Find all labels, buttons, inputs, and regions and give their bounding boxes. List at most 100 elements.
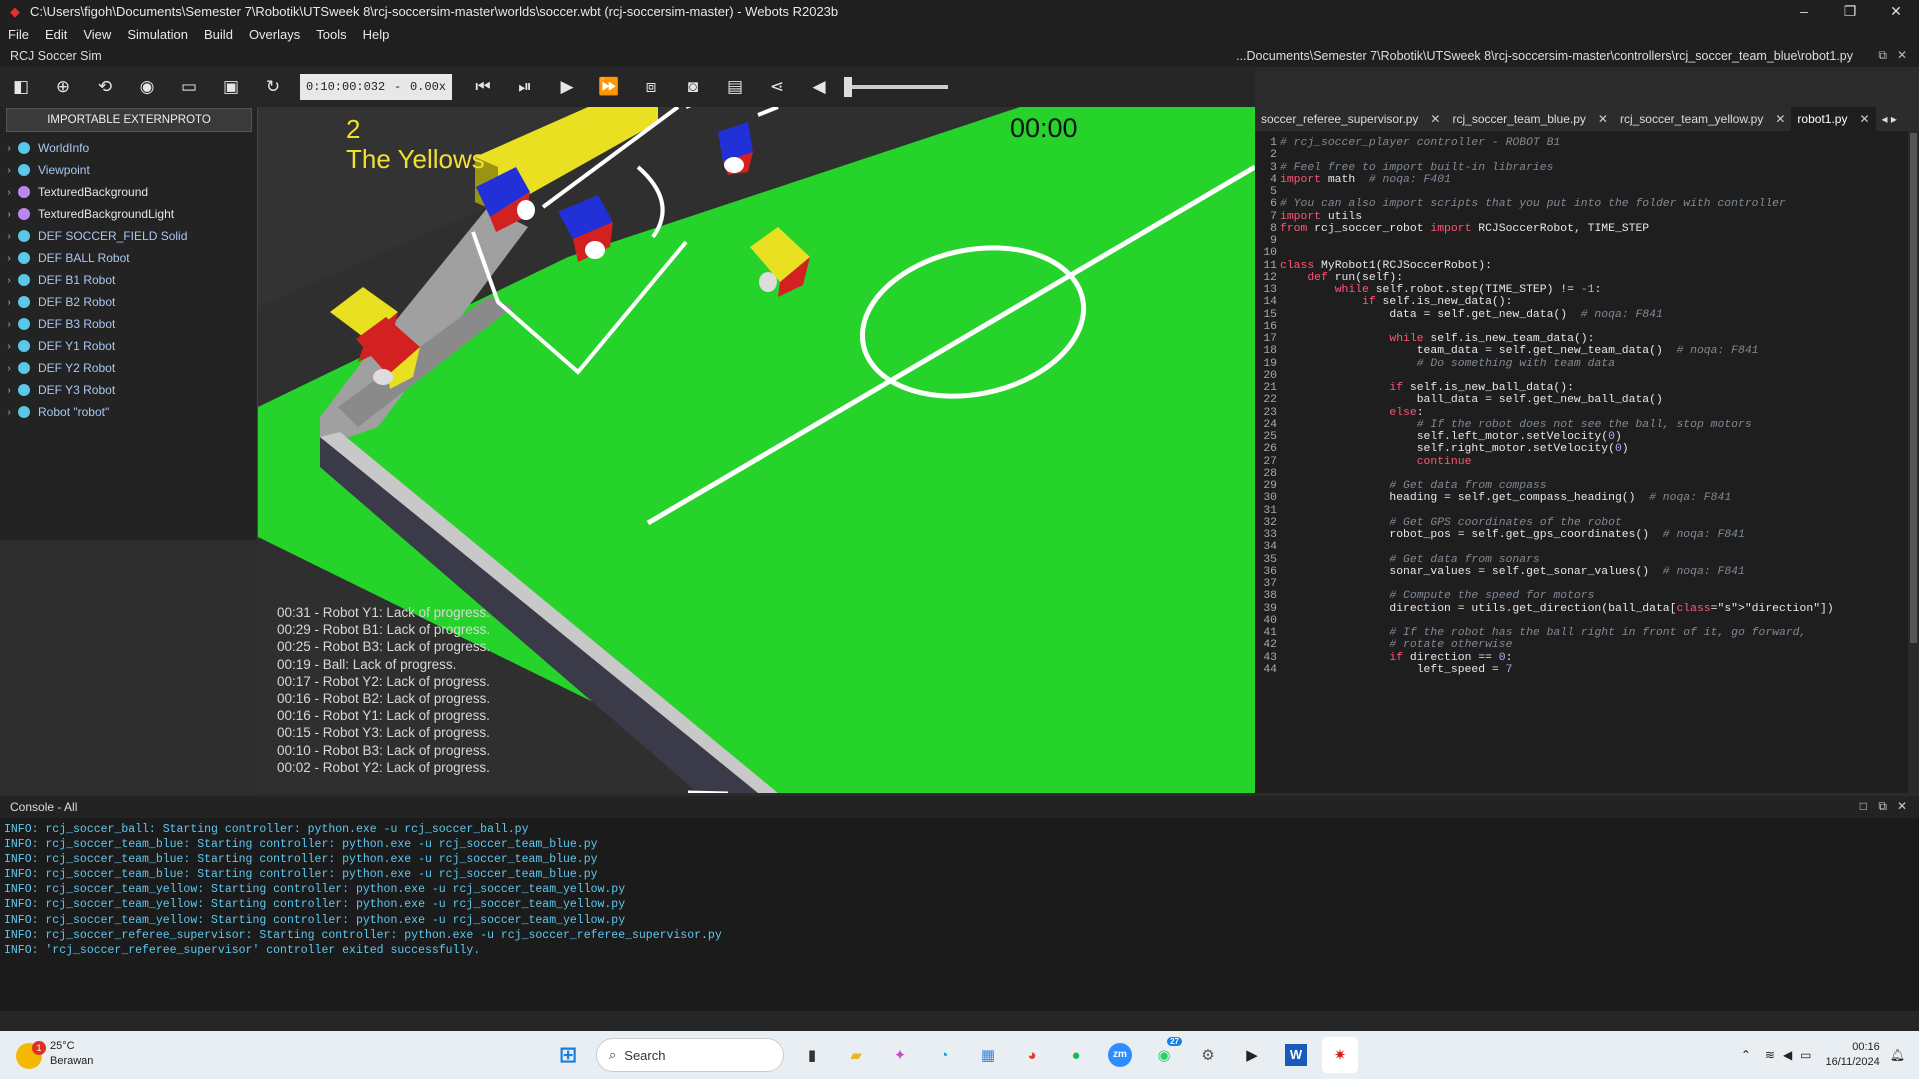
expand-arrow-icon[interactable]: › (0, 319, 18, 330)
menu-file[interactable]: File (0, 27, 37, 42)
edge-icon[interactable]: ◔ (926, 1037, 962, 1073)
code-line[interactable]: from rcj_soccer_robot import RCJSoccerRo… (1280, 222, 1649, 237)
open-world-icon[interactable]: ▭ (168, 67, 210, 107)
editor-tab[interactable]: robot1.py ✕ (1791, 107, 1876, 131)
share-icon[interactable]: ⋖ (756, 67, 798, 107)
expand-arrow-icon[interactable]: › (0, 165, 18, 176)
code-view[interactable]: 1 # rcj_soccer_player controller - ROBOT … (1255, 136, 1910, 793)
expand-arrow-icon[interactable]: › (0, 341, 18, 352)
wifi-icon[interactable]: ≋ (1765, 1048, 1775, 1062)
screenshot-icon[interactable]: ◙ (672, 67, 714, 107)
expand-arrow-icon[interactable]: › (0, 385, 18, 396)
scene-tree-item[interactable]: › WorldInfo (0, 137, 257, 159)
scene-tree-item[interactable]: › Viewpoint (0, 159, 257, 181)
zoom-icon[interactable]: zm (1102, 1037, 1138, 1073)
copilot-icon[interactable]: ✦ (882, 1037, 918, 1073)
console-close-icon[interactable]: ✕ (1897, 799, 1907, 813)
chrome-icon[interactable]: ◕ (1014, 1037, 1050, 1073)
mute-icon[interactable]: ◀ (798, 67, 840, 107)
scene-tree-item[interactable]: › TexturedBackgroundLight (0, 203, 257, 225)
menu-overlays[interactable]: Overlays (241, 27, 308, 42)
reset-simulation-icon[interactable]: ⏮ (462, 67, 504, 107)
expand-arrow-icon[interactable]: › (0, 253, 18, 264)
scene-tree-item[interactable]: › DEF B2 Robot (0, 291, 257, 313)
close-panel-icon[interactable]: ✕ (1897, 48, 1907, 62)
menu-build[interactable]: Build (196, 27, 241, 42)
undock-icon[interactable]: ⧉ (1878, 48, 1887, 63)
console-output[interactable]: INFO: rcj_soccer_ball: Starting controll… (0, 818, 1919, 1011)
clock-widget[interactable]: 00:16 16/11/2024 (1826, 1040, 1880, 1070)
console-maximize-icon[interactable]: □ (1860, 799, 1867, 813)
code-line[interactable]: heading = self.get_compass_heading() # n… (1280, 491, 1731, 506)
close-tab-icon[interactable]: ✕ (1598, 112, 1608, 126)
tab-scroll-arrows-icon[interactable]: ◂ ▸ (1876, 107, 1903, 131)
whatsapp-icon[interactable]: ◉ 27 (1146, 1037, 1182, 1073)
code-line[interactable]: robot_pos = self.get_gps_coordinates() #… (1280, 528, 1744, 543)
close-tab-icon[interactable]: ✕ (1859, 112, 1869, 126)
volume-slider[interactable] (844, 77, 948, 97)
code-line[interactable]: import math # noqa: F401 (1280, 173, 1451, 188)
console-undock-icon[interactable]: ⧉ (1878, 799, 1887, 814)
editor-tab[interactable]: rcj_soccer_team_yellow.py ✕ (1614, 107, 1791, 131)
record-movie-icon[interactable]: ▤ (714, 67, 756, 107)
close-tab-icon[interactable]: ✕ (1775, 112, 1785, 126)
fast-forward-icon[interactable]: ⏩ (588, 67, 630, 107)
expand-arrow-icon[interactable]: › (0, 187, 18, 198)
windows-start-icon[interactable]: ⊞ (550, 1037, 586, 1073)
expand-arrow-icon[interactable]: › (0, 363, 18, 374)
reset-viewpoint-icon[interactable]: ⟲ (84, 67, 126, 107)
scene-tree-item[interactable]: › Robot "robot" (0, 401, 257, 423)
reload-world-icon[interactable]: ↻ (252, 67, 294, 107)
code-line[interactable]: direction = utils.get_direction(ball_dat… (1280, 602, 1833, 617)
expand-arrow-icon[interactable]: › (0, 231, 18, 242)
scene-tree-item[interactable]: › DEF Y1 Robot (0, 335, 257, 357)
media-player-icon[interactable]: ▶ (1234, 1037, 1270, 1073)
task-view-icon[interactable]: ▮ (794, 1037, 830, 1073)
spotify-icon[interactable]: ● (1058, 1037, 1094, 1073)
expand-arrow-icon[interactable]: › (0, 297, 18, 308)
scene-tree-item[interactable]: › DEF B1 Robot (0, 269, 257, 291)
scene-tree-item[interactable]: › TexturedBackground (0, 181, 257, 203)
editor-tab[interactable]: soccer_referee_supervisor.py ✕ (1255, 107, 1446, 131)
code-line[interactable]: continue (1280, 455, 1472, 470)
scene-tree-item[interactable]: › DEF BALL Robot (0, 247, 257, 269)
notification-bell-icon[interactable]: 🔔︎ (1890, 1048, 1905, 1062)
scene-tree-item[interactable]: › DEF B3 Robot (0, 313, 257, 335)
store-icon[interactable]: ▦ (970, 1037, 1006, 1073)
weather-widget[interactable]: 1 25°C Berawan (16, 1039, 93, 1069)
volume-slider-handle[interactable] (844, 77, 852, 97)
editor-scrollbar-thumb[interactable] (1910, 133, 1917, 643)
play-icon[interactable]: ▶ (546, 67, 588, 107)
taskbar-search[interactable]: ⌕ Search (596, 1038, 784, 1072)
menu-view[interactable]: View (75, 27, 119, 42)
restore-button[interactable]: ❐ (1827, 0, 1873, 23)
save-world-icon[interactable]: ▣ (210, 67, 252, 107)
view-eye-icon[interactable]: ◉ (126, 67, 168, 107)
importable-externproto-button[interactable]: IMPORTABLE EXTERNPROTO (6, 108, 252, 132)
scene-tree-item[interactable]: › DEF Y3 Robot (0, 379, 257, 401)
code-line[interactable]: # rcj_soccer_player controller - ROBOT B… (1280, 136, 1560, 151)
close-button[interactable]: ✕ (1873, 0, 1919, 23)
minimize-button[interactable]: – (1781, 0, 1827, 23)
scene-tree-item[interactable]: › DEF Y2 Robot (0, 357, 257, 379)
step-icon[interactable]: ⏯ (504, 67, 546, 107)
close-tab-icon[interactable]: ✕ (1430, 112, 1440, 126)
expand-arrow-icon[interactable]: › (0, 407, 18, 418)
code-line[interactable]: left_speed = 7 (1280, 663, 1513, 678)
menu-help[interactable]: Help (355, 27, 398, 42)
volume-icon[interactable]: ◀ (1783, 1048, 1792, 1062)
menu-tools[interactable]: Tools (308, 27, 354, 42)
expand-arrow-icon[interactable]: › (0, 143, 18, 154)
menu-edit[interactable]: Edit (37, 27, 75, 42)
editor-tab[interactable]: rcj_soccer_team_blue.py ✕ (1446, 107, 1613, 131)
add-node-icon[interactable]: ⊕ (42, 67, 84, 107)
menu-simulation[interactable]: Simulation (119, 27, 196, 42)
chevron-up-icon[interactable]: ⌃ (1741, 1048, 1751, 1062)
render-toggle-icon[interactable]: ⧈ (630, 67, 672, 107)
code-line[interactable]: sonar_values = self.get_sonar_values() #… (1280, 565, 1744, 580)
file-explorer-icon[interactable]: ▰ (838, 1037, 874, 1073)
webots-taskbar-icon[interactable]: ✷ (1322, 1037, 1358, 1073)
word-icon[interactable]: W (1278, 1037, 1314, 1073)
code-line[interactable]: data = self.get_new_data() # noqa: F841 (1280, 308, 1662, 323)
toggle-scene-tree-icon[interactable]: ◧ (0, 67, 42, 107)
